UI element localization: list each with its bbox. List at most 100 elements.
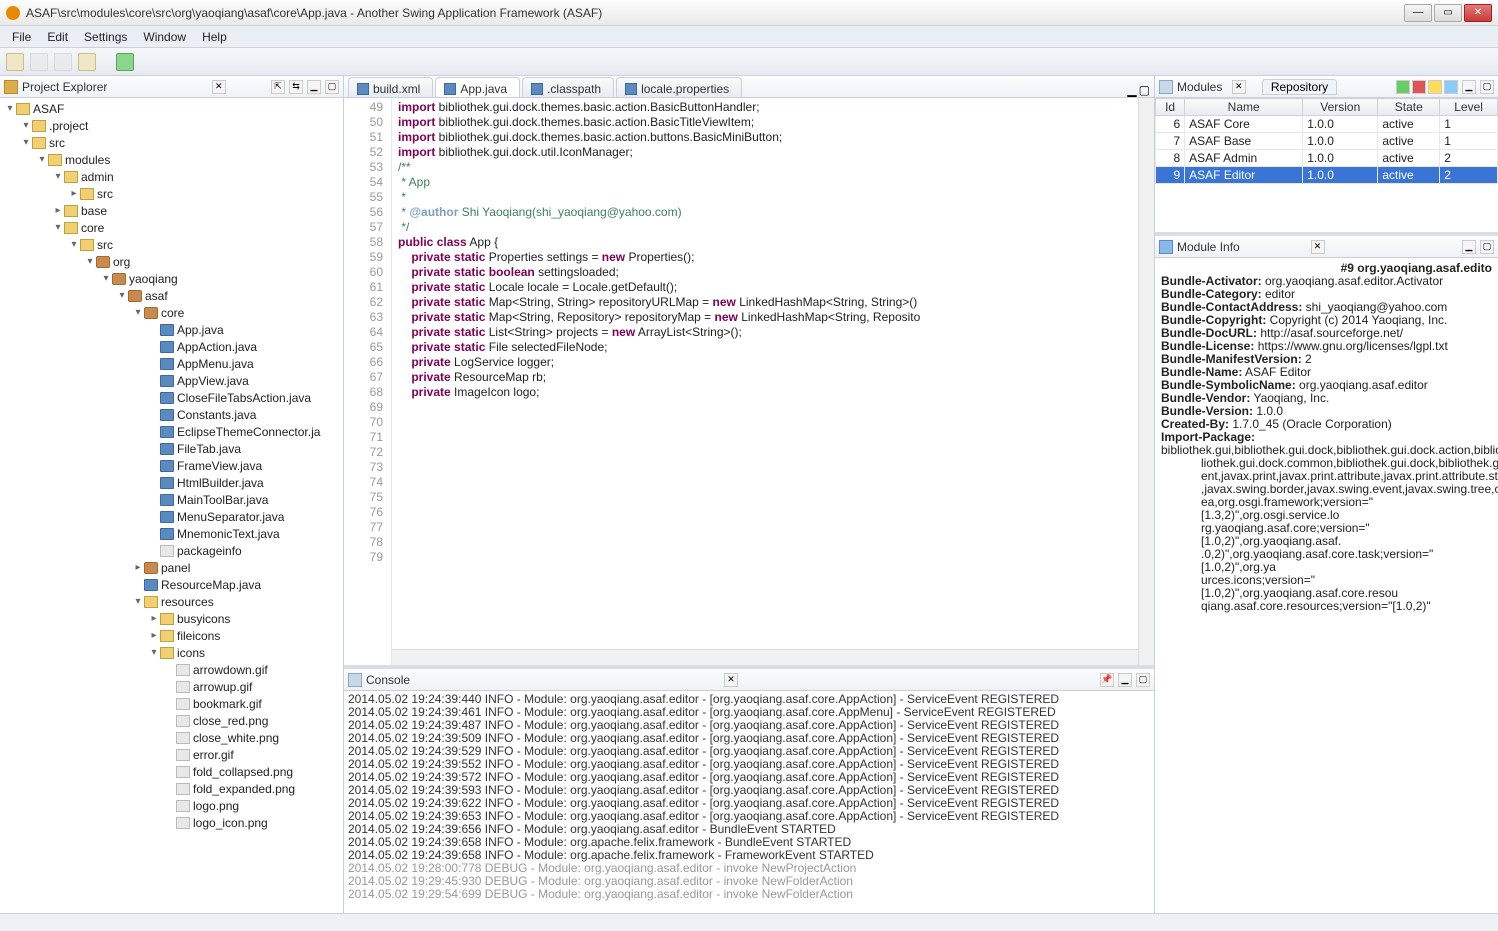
- maximize-view-icon[interactable]: ▢: [325, 80, 339, 94]
- module-start-icon[interactable]: [1396, 80, 1410, 94]
- close-moduleinfo-icon[interactable]: ✕: [1311, 240, 1325, 254]
- table-row[interactable]: 8ASAF Admin1.0.0active2: [1156, 150, 1498, 167]
- tree-node[interactable]: ▾icons: [0, 644, 343, 661]
- tree-node[interactable]: MenuSeparator.java: [0, 508, 343, 525]
- table-row[interactable]: 9ASAF Editor1.0.0active2: [1156, 167, 1498, 184]
- table-row[interactable]: 6ASAF Core1.0.0active1: [1156, 116, 1498, 133]
- module-update-icon[interactable]: [1444, 80, 1458, 94]
- tree-twisty-icon[interactable]: ▾: [84, 256, 96, 267]
- open-icon[interactable]: [6, 53, 24, 71]
- menu-settings[interactable]: Settings: [78, 28, 133, 46]
- editor-tab[interactable]: build.xml: [348, 77, 433, 97]
- pin-console-icon[interactable]: 📌: [1100, 673, 1114, 687]
- tree-node[interactable]: bookmark.gif: [0, 695, 343, 712]
- tree-twisty-icon[interactable]: ▾: [20, 120, 32, 131]
- tree-twisty-icon[interactable]: ▸: [148, 613, 160, 624]
- tree-node[interactable]: ▾asaf: [0, 287, 343, 304]
- tree-node[interactable]: ▸src: [0, 185, 343, 202]
- tree-node[interactable]: Constants.java: [0, 406, 343, 423]
- tree-node[interactable]: fold_expanded.png: [0, 780, 343, 797]
- minimize-button[interactable]: —: [1404, 4, 1432, 22]
- col-header[interactable]: Name: [1185, 99, 1303, 116]
- minimize-view-icon[interactable]: ▁: [307, 80, 321, 94]
- tree-node[interactable]: AppView.java: [0, 372, 343, 389]
- tree-twisty-icon[interactable]: ▾: [36, 154, 48, 165]
- editor-vscrollbar[interactable]: [1138, 98, 1154, 665]
- close-console-icon[interactable]: ✕: [724, 673, 738, 687]
- tree-node[interactable]: ▾src: [0, 134, 343, 151]
- tree-node[interactable]: AppAction.java: [0, 338, 343, 355]
- tree-twisty-icon[interactable]: ▾: [116, 290, 128, 301]
- close-button[interactable]: ✕: [1464, 4, 1492, 22]
- tree-node[interactable]: ▾yaoqiang: [0, 270, 343, 287]
- menu-file[interactable]: File: [6, 28, 37, 46]
- editor-minimize-icon[interactable]: ▁: [1127, 83, 1136, 97]
- modules-table[interactable]: IdNameVersionStateLevel6ASAF Core1.0.0ac…: [1155, 98, 1498, 232]
- minimize-moduleinfo-icon[interactable]: ▁: [1462, 240, 1476, 254]
- tree-twisty-icon[interactable]: ▾: [20, 137, 32, 148]
- tree-node[interactable]: packageinfo: [0, 542, 343, 559]
- tree-node[interactable]: AppMenu.java: [0, 355, 343, 372]
- menu-window[interactable]: Window: [137, 28, 192, 46]
- tree-twisty-icon[interactable]: ▾: [52, 222, 64, 233]
- tree-node[interactable]: error.gif: [0, 746, 343, 763]
- tree-node[interactable]: arrowdown.gif: [0, 661, 343, 678]
- tree-twisty-icon[interactable]: ▸: [52, 205, 64, 216]
- project-tree[interactable]: ▾ ASAF ▾.project▾src▾modules▾admin▸src▸b…: [0, 98, 343, 913]
- saveall-icon[interactable]: [54, 53, 72, 71]
- console-output[interactable]: 2014.05.02 19:24:39:440 INFO - Module: o…: [344, 691, 1154, 913]
- tree-node[interactable]: close_white.png: [0, 729, 343, 746]
- col-header[interactable]: State: [1378, 99, 1440, 116]
- tree-node[interactable]: FileTab.java: [0, 440, 343, 457]
- tree-twisty-icon[interactable]: ▸: [132, 562, 144, 573]
- tree-twisty-icon[interactable]: ▸: [148, 630, 160, 641]
- tree-twisty-icon[interactable]: ▾: [100, 273, 112, 284]
- tree-node[interactable]: ▾src: [0, 236, 343, 253]
- tree-node[interactable]: MainToolBar.java: [0, 491, 343, 508]
- table-row[interactable]: 7ASAF Base1.0.0active1: [1156, 133, 1498, 150]
- tree-node[interactable]: ▾modules: [0, 151, 343, 168]
- tree-node[interactable]: logo_icon.png: [0, 814, 343, 831]
- col-header[interactable]: Version: [1303, 99, 1378, 116]
- tree-node[interactable]: ▾org: [0, 253, 343, 270]
- save-icon[interactable]: [30, 53, 48, 71]
- link-editor-icon[interactable]: ⇆: [289, 80, 303, 94]
- editor-maximize-icon[interactable]: ▢: [1139, 83, 1150, 97]
- tree-node[interactable]: ▸base: [0, 202, 343, 219]
- run-icon[interactable]: [116, 53, 134, 71]
- col-header[interactable]: Id: [1156, 99, 1185, 116]
- maximize-button[interactable]: ▭: [1434, 4, 1462, 22]
- tree-node[interactable]: ▾.project: [0, 117, 343, 134]
- moduleinfo-body[interactable]: #9 org.yaoqiang.asaf.editoBundle-Activat…: [1155, 258, 1498, 913]
- tree-node[interactable]: ▾core: [0, 219, 343, 236]
- minimize-console-icon[interactable]: ▁: [1118, 673, 1132, 687]
- tree-node[interactable]: ResourceMap.java: [0, 576, 343, 593]
- tree-node[interactable]: ▾core: [0, 304, 343, 321]
- collapse-all-icon[interactable]: ⇱: [271, 80, 285, 94]
- tree-node[interactable]: logo.png: [0, 797, 343, 814]
- maximize-moduleinfo-icon[interactable]: ▢: [1480, 240, 1494, 254]
- tree-node[interactable]: ▸busyicons: [0, 610, 343, 627]
- maximize-modules-icon[interactable]: ▢: [1480, 80, 1494, 94]
- print-icon[interactable]: [78, 53, 96, 71]
- editor-tab[interactable]: locale.properties: [616, 77, 742, 97]
- editor-tab[interactable]: .classpath: [522, 77, 614, 97]
- col-header[interactable]: Level: [1440, 99, 1498, 116]
- menu-edit[interactable]: Edit: [41, 28, 74, 46]
- editor-tab[interactable]: App.java: [435, 77, 520, 97]
- code-editor[interactable]: 4950515253545556575859606162636465666768…: [344, 98, 1154, 665]
- tree-node[interactable]: FrameView.java: [0, 457, 343, 474]
- tree-node[interactable]: ▾admin: [0, 168, 343, 185]
- editor-hscrollbar[interactable]: [392, 649, 1138, 665]
- close-view-icon[interactable]: ✕: [212, 80, 226, 94]
- repository-tab[interactable]: Repository: [1262, 79, 1337, 95]
- tree-node[interactable]: ▾resources: [0, 593, 343, 610]
- tree-twisty-icon[interactable]: ▾: [132, 307, 144, 318]
- tree-root-label[interactable]: ASAF: [33, 102, 64, 116]
- tree-twisty-icon[interactable]: ▾: [4, 103, 16, 114]
- tree-node[interactable]: ▸panel: [0, 559, 343, 576]
- maximize-console-icon[interactable]: ▢: [1136, 673, 1150, 687]
- minimize-modules-icon[interactable]: ▁: [1462, 80, 1476, 94]
- tree-node[interactable]: HtmlBuilder.java: [0, 474, 343, 491]
- close-modules-icon[interactable]: ✕: [1232, 80, 1246, 94]
